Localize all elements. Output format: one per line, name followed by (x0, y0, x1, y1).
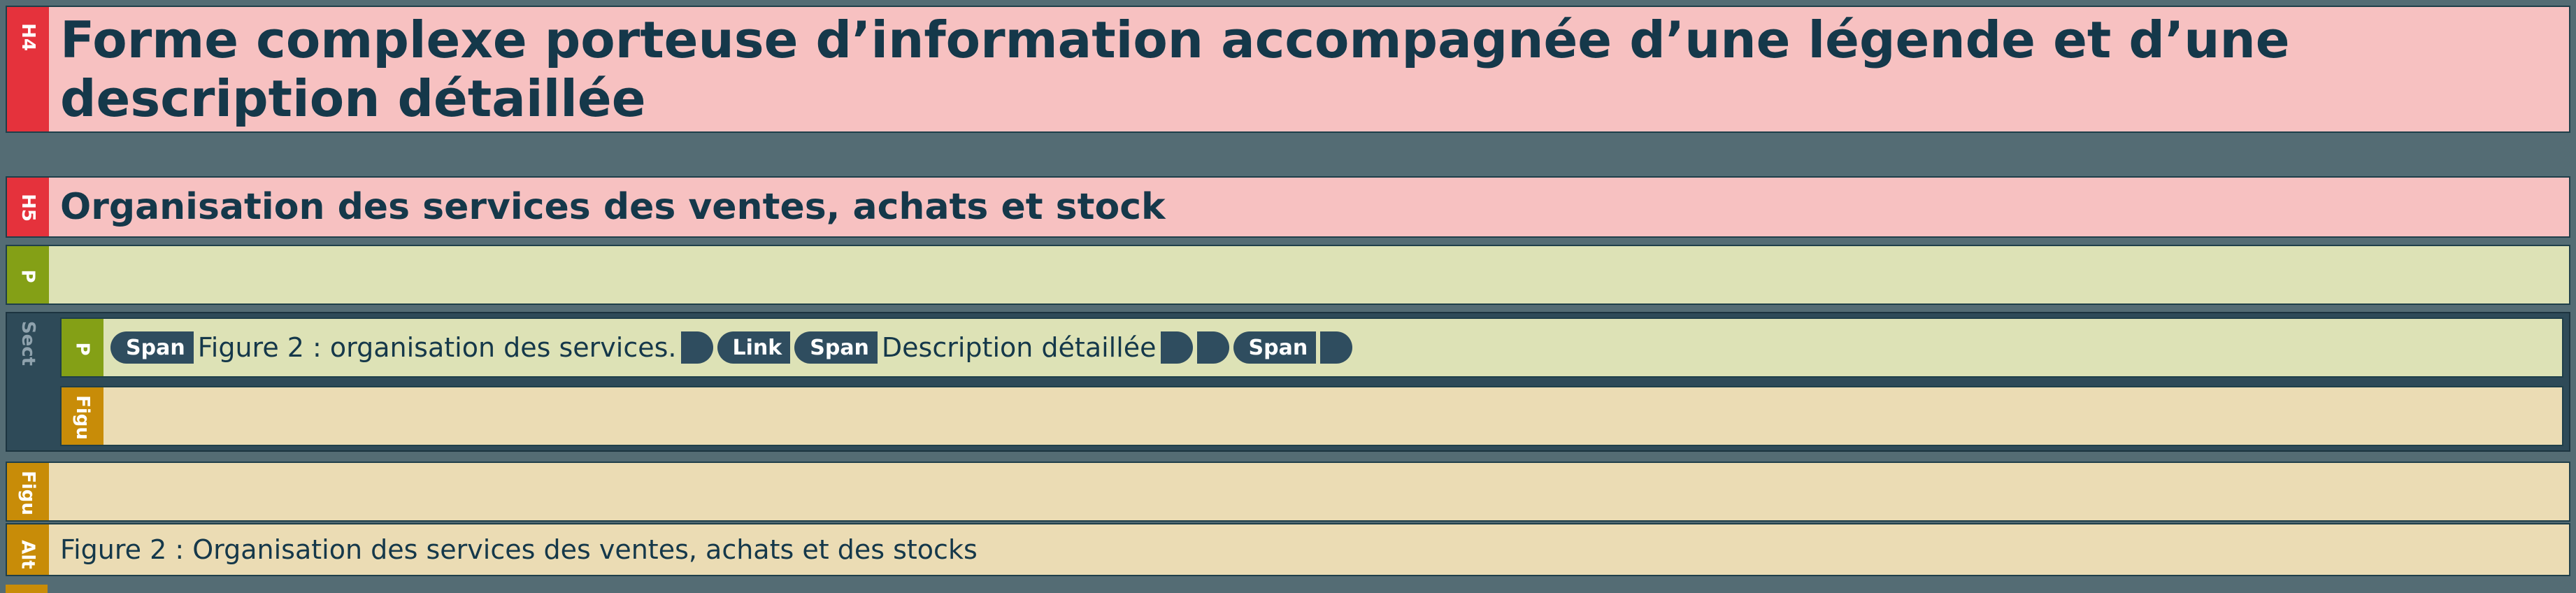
span-text: Description détaillée (881, 332, 1157, 363)
sect-block: Sect P Span Figure 2 : organisation des … (6, 312, 2570, 452)
link-badge[interactable]: Link (717, 331, 791, 364)
sect-figure-tag: Figu (62, 387, 103, 445)
bottom-edge (6, 585, 48, 593)
span-badge[interactable]: Span (794, 331, 878, 364)
p-empty-tag: P (7, 246, 49, 303)
alt-tag: Alt (7, 524, 49, 575)
sect-tag: Sect (7, 313, 49, 450)
span-end-cap (1320, 331, 1353, 364)
h5-row: H5 Organisation des services des ventes,… (6, 176, 2570, 238)
span-badge[interactable]: Span (110, 331, 194, 364)
h5-content: Organisation des services des ventes, ac… (60, 178, 2562, 236)
span-end-cap (680, 331, 713, 364)
link-end-cap (1196, 331, 1229, 364)
alt-content: Figure 2 : Organisation des services des… (60, 524, 2562, 575)
sect-p-row: P Span Figure 2 : organisation des servi… (60, 317, 2563, 378)
h5-tag: H5 (7, 178, 49, 236)
sect-p-tag: P (62, 319, 103, 376)
figure-tag: Figu (7, 463, 49, 520)
h4-row: H4 Forme complexe porteuse d’information… (6, 6, 2570, 133)
inline-elements: Span Figure 2 : organisation des service… (110, 331, 1357, 364)
alt-text: Figure 2 : Organisation des services des… (60, 534, 978, 565)
figure-row: Figu (6, 462, 2570, 522)
sect-p-content: Span Figure 2 : organisation des service… (110, 319, 2555, 376)
sect-figure-row: Figu (60, 386, 2563, 446)
span-text: Figure 2 : organisation des services. (197, 332, 677, 363)
h4-tag: H4 (7, 7, 49, 131)
h5-heading: Organisation des services des ventes, ac… (60, 186, 1166, 228)
h4-heading: Forme complexe porteuse d’information ac… (60, 10, 2290, 128)
span-end-cap (1160, 331, 1193, 364)
p-empty-row: P (6, 245, 2570, 305)
alt-row: Alt Figure 2 : Organisation des services… (6, 523, 2570, 576)
h4-content: Forme complexe porteuse d’information ac… (60, 7, 2562, 131)
span-badge[interactable]: Span (1233, 331, 1317, 364)
